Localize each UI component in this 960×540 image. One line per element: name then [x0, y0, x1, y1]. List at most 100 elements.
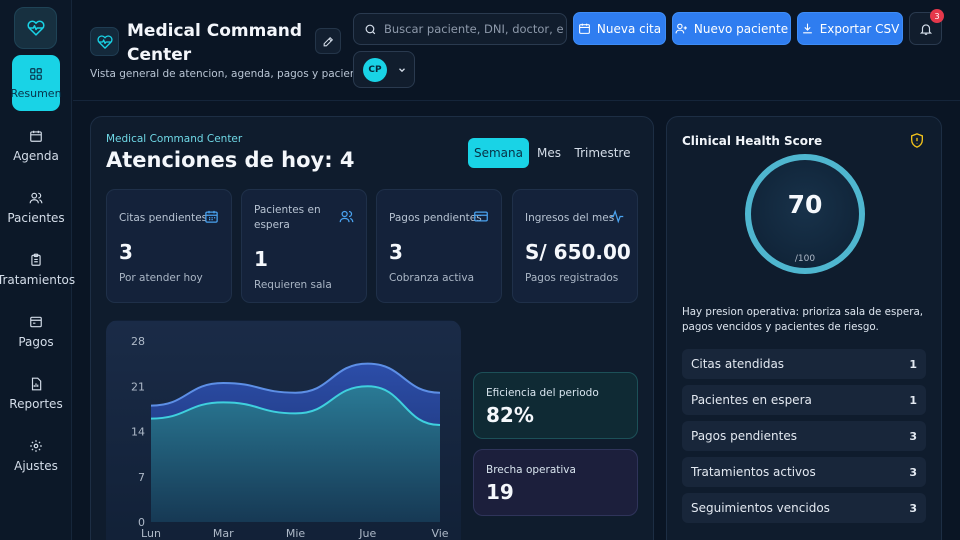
- search-icon: [365, 24, 376, 34]
- stat-note: Cobranza activa: [389, 272, 474, 284]
- x-tick-label: Vie: [431, 527, 448, 540]
- stat-note: Requieren sala: [254, 279, 332, 291]
- sidebar-item-pagos[interactable]: Pagos: [0, 304, 72, 360]
- sidebar-item-label: Ajustes: [14, 459, 58, 473]
- new-patient-button[interactable]: Nuevo paciente: [672, 12, 791, 45]
- new-appointment-label: Nueva cita: [596, 21, 662, 36]
- page-title: Medical Command Center: [127, 21, 303, 65]
- x-tick-label: Mar: [213, 527, 234, 540]
- card-icon: [474, 211, 488, 222]
- list-item-label: Pagos pendientes: [691, 429, 797, 443]
- list-item-count: 3: [909, 501, 917, 515]
- calendar-icon: [578, 23, 590, 34]
- sidebar-item-reportes[interactable]: Reportes: [0, 366, 72, 422]
- list-item-count: 1: [909, 393, 917, 407]
- x-tick-label: Mie: [286, 527, 306, 540]
- sidebar-item-pacientes[interactable]: Pacientes: [0, 180, 72, 236]
- report-icon: [31, 377, 42, 391]
- list-item-count: 3: [909, 429, 917, 443]
- y-tick-label: 7: [138, 471, 145, 484]
- metric-card-eficiencia: Eficiencia del periodo 82%: [473, 372, 638, 439]
- sidebar-item-agenda[interactable]: Agenda: [0, 118, 72, 174]
- x-tick-label: Lun: [141, 527, 161, 540]
- x-tick-label: Jue: [358, 527, 376, 540]
- search-box[interactable]: [353, 13, 567, 45]
- health-score-sub: /100: [794, 254, 816, 264]
- sidebar-item-label: Pacientes: [7, 211, 65, 225]
- sidebar-item-tratamientos[interactable]: Tratamientos: [0, 242, 76, 298]
- notifications-badge: 3: [930, 9, 944, 23]
- overview-title: Atenciones de hoy: 4: [106, 148, 355, 172]
- avatar: CP: [363, 57, 387, 82]
- metric-value: 19: [486, 480, 514, 504]
- grid-icon: [30, 67, 42, 80]
- sidebar-item-resumen[interactable]: Resumen: [10, 55, 62, 111]
- users-icon: [339, 210, 354, 223]
- pencil-icon: [323, 36, 333, 46]
- stat-note: Por atender hoy: [119, 272, 203, 284]
- chevron-down-icon: [399, 67, 405, 72]
- list-item[interactable]: Pacientes en espera 1: [682, 385, 926, 415]
- export-csv-button[interactable]: Exportar CSV: [797, 12, 903, 45]
- new-patient-label: Nuevo paciente: [693, 21, 789, 36]
- bell-icon: [919, 23, 932, 35]
- stat-label: Citas pendientes: [119, 212, 208, 224]
- metric-card-brecha: Brecha operativa 19: [473, 449, 638, 516]
- tab-trimestre[interactable]: Trimestre: [574, 138, 631, 168]
- brand-logo[interactable]: [14, 7, 57, 49]
- tab-semana[interactable]: Semana: [468, 138, 529, 168]
- list-item[interactable]: Tratamientos activos 3: [682, 457, 926, 487]
- activity-icon: [610, 209, 624, 224]
- list-item[interactable]: Citas atendidas 1: [682, 349, 926, 379]
- users-icon: [29, 192, 43, 204]
- calendar-icon: [30, 130, 42, 142]
- list-item-label: Pacientes en espera: [691, 393, 812, 407]
- metric-label: Brecha operativa: [486, 464, 576, 476]
- edit-title-button[interactable]: [315, 28, 341, 54]
- stat-card-ingresos: Ingresos del mes S/ 650.00 Pagos registr…: [512, 189, 638, 303]
- calendar-icon: [205, 210, 218, 223]
- list-item-count: 1: [909, 357, 917, 371]
- user-menu-button[interactable]: CP: [353, 51, 415, 88]
- heart-pulse-icon: [26, 20, 45, 36]
- stat-card-pagos: Pagos pendientes 3 Cobranza activa: [376, 189, 502, 303]
- y-tick-label: 21: [131, 380, 145, 393]
- sidebar-item-ajustes[interactable]: Ajustes: [0, 428, 72, 484]
- list-item-label: Tratamientos activos: [691, 465, 816, 479]
- sidebar: Resumen Agenda Pacientes Tratamientos Pa…: [0, 0, 76, 540]
- area-chart: 28211470Lun Mar Mie Jue Vie: [131, 335, 449, 540]
- health-note: Hay presion operativa: prioriza sala de …: [682, 306, 924, 333]
- stat-note: Pagos registrados: [525, 272, 619, 284]
- metric-value: 82%: [486, 403, 534, 427]
- wallet-icon: [30, 316, 42, 328]
- stat-value: S/ 650.00: [525, 240, 631, 264]
- new-appointment-button[interactable]: Nueva cita: [573, 12, 666, 45]
- y-tick-label: 28: [131, 335, 145, 348]
- list-item-count: 3: [909, 465, 917, 479]
- stat-value: 3: [119, 240, 133, 264]
- metric-label: Eficiencia del periodo: [486, 387, 599, 399]
- list-item-label: Citas atendidas: [691, 357, 785, 371]
- y-tick-label: 14: [131, 426, 145, 439]
- search-input[interactable]: [384, 22, 564, 36]
- list-item-label: Seguimientos vencidos: [691, 501, 830, 515]
- tab-mes[interactable]: Mes: [533, 138, 565, 168]
- sidebar-item-label: Agenda: [13, 149, 59, 163]
- stat-label: Ingresos del mes: [525, 212, 615, 224]
- sidebar-item-label: Reportes: [9, 397, 63, 411]
- stat-card-citas: Citas pendientes 3 Por atender hoy: [106, 189, 232, 303]
- list-item[interactable]: Seguimientos vencidos 3: [682, 493, 926, 523]
- user-plus-icon: [675, 23, 687, 34]
- stat-label: Pacientes en espera: [254, 204, 321, 231]
- health-score: 70: [787, 190, 823, 219]
- header-divider: [73, 100, 960, 101]
- stat-value: 3: [389, 240, 403, 264]
- gear-icon: [30, 440, 42, 452]
- stat-card-espera: Pacientes en espera 1 Requieren sala: [241, 189, 367, 303]
- export-csv-label: Exportar CSV: [819, 21, 900, 36]
- clipboard-icon: [31, 253, 41, 266]
- list-item[interactable]: Pagos pendientes 3: [682, 421, 926, 451]
- sidebar-item-label: Pagos: [18, 335, 54, 349]
- chart-card: 28 21 14 7 0 Lun Mar Mie Jue Vie: [106, 320, 461, 540]
- sidebar-item-label: Tratamientos: [0, 273, 76, 287]
